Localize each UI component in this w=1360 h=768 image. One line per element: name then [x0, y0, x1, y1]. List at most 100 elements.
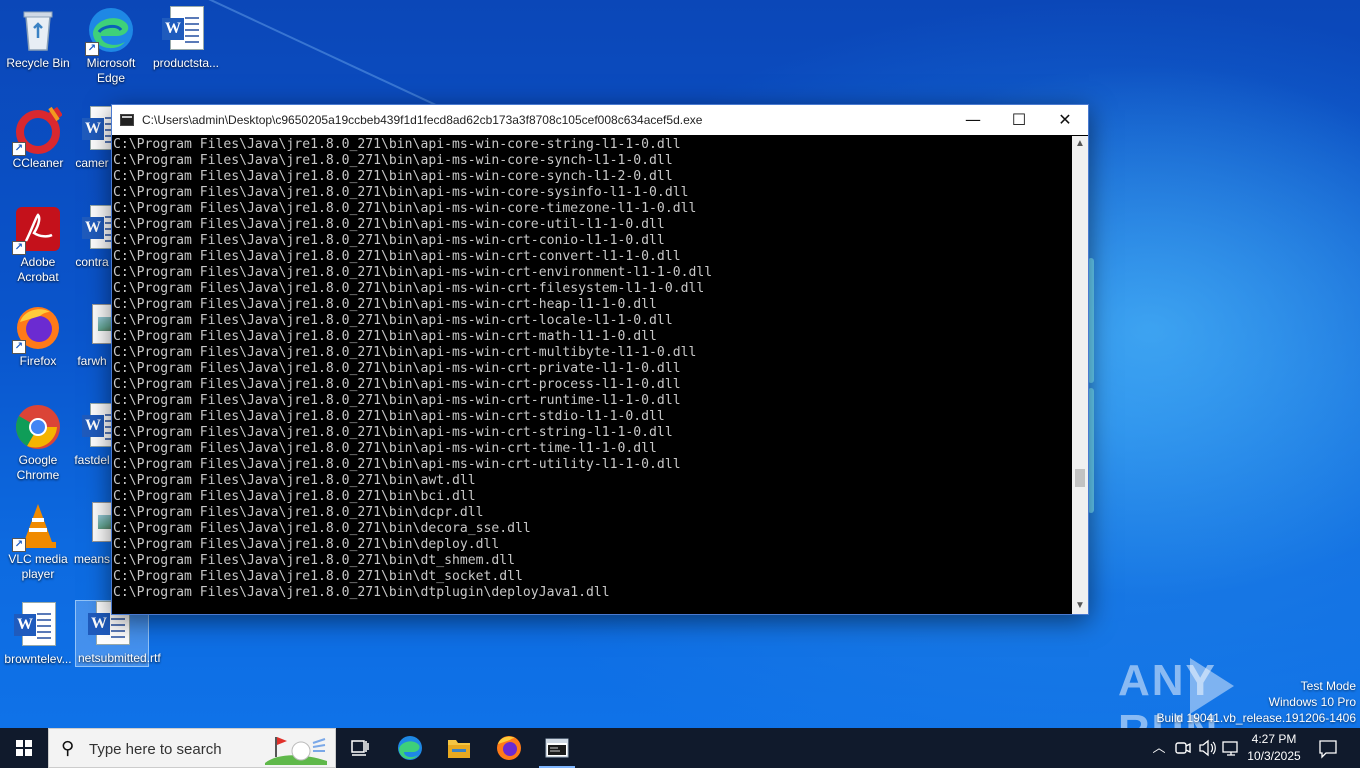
windows-logo-icon: [16, 740, 32, 756]
console-line: C:\Program Files\Java\jre1.8.0_271\bin\a…: [113, 473, 476, 488]
console-app-icon: [120, 114, 134, 126]
file-explorer-icon: [448, 740, 470, 758]
console-line: C:\Program Files\Java\jre1.8.0_271\bin\b…: [113, 489, 476, 504]
console-line: C:\Program Files\Java\jre1.8.0_271\bin\a…: [113, 137, 681, 152]
console-line: C:\Program Files\Java\jre1.8.0_271\bin\a…: [113, 409, 665, 424]
console-line: C:\Program Files\Java\jre1.8.0_271\bin\a…: [113, 457, 681, 472]
scroll-up-icon[interactable]: ▲: [1072, 136, 1088, 152]
scroll-down-icon[interactable]: ▼: [1072, 598, 1088, 614]
meet-now-icon: [1175, 742, 1191, 754]
image-file-icon: [82, 304, 112, 352]
console-line: C:\Program Files\Java\jre1.8.0_271\bin\a…: [113, 361, 681, 376]
volume-button[interactable]: [1196, 728, 1218, 768]
desktop: Recycle Bin ↗ CCleaner ↗ Adobe Acrobat ↗…: [0, 0, 1360, 728]
chevron-up-icon: ︿: [1152, 740, 1166, 755]
desktop-icon-productsta[interactable]: W productsta...: [148, 6, 224, 71]
clock-date: 10/3/2025: [1247, 749, 1301, 763]
console-line: C:\Program Files\Java\jre1.8.0_271\bin\a…: [113, 185, 689, 200]
word-document-icon: W: [82, 403, 112, 451]
vlc-cone-icon: ↗: [12, 502, 62, 552]
desktop-icon-firefox[interactable]: ↗ Firefox: [0, 304, 76, 369]
adobe-acrobat-icon: ↗: [12, 205, 62, 255]
console-line: C:\Program Files\Java\jre1.8.0_271\bin\a…: [113, 345, 697, 360]
system-info: Test Mode Windows 10 Pro Build 19041.vb_…: [1157, 678, 1357, 726]
minimize-button[interactable]: —: [950, 105, 996, 135]
scrollbar-thumb[interactable]: [1075, 469, 1085, 487]
console-window[interactable]: C:\Users\admin\Desktop\c9650205a19ccbeb4…: [111, 104, 1089, 615]
console-line: C:\Program Files\Java\jre1.8.0_271\bin\a…: [113, 425, 673, 440]
desktop-icon-label: contra: [75, 255, 109, 269]
vertical-scrollbar[interactable]: ▲ ▼: [1072, 136, 1088, 614]
desktop-icon-label: means: [74, 552, 111, 566]
desktop-icon-label: VLC media player: [8, 552, 68, 581]
console-line: C:\Program Files\Java\jre1.8.0_271\bin\a…: [113, 201, 697, 216]
desktop-icon-label: Microsoft Edge: [86, 56, 136, 85]
console-line: C:\Program Files\Java\jre1.8.0_271\bin\a…: [113, 169, 673, 184]
edge-icon: [398, 736, 422, 760]
taskbar-file-explorer-button[interactable]: [435, 728, 483, 768]
search-box[interactable]: ⚲ Type here to search: [48, 728, 336, 768]
console-line: C:\Program Files\Java\jre1.8.0_271\bin\d…: [113, 553, 516, 568]
start-button[interactable]: [0, 728, 48, 768]
desktop-icon-label: Recycle Bin: [6, 56, 70, 70]
task-view-button[interactable]: [336, 728, 384, 768]
taskbar-firefox-button[interactable]: [485, 728, 533, 768]
desktop-icon-label: browntelev...: [4, 652, 72, 666]
image-file-icon: [82, 502, 112, 550]
taskbar-edge-button[interactable]: [386, 728, 434, 768]
shortcut-arrow-icon: ↗: [12, 538, 26, 552]
desktop-icon-label: camer: [75, 156, 109, 170]
firefox-icon: ↗: [12, 304, 62, 354]
shortcut-arrow-icon: ↗: [12, 241, 26, 255]
desktop-icon-vlc[interactable]: ↗ VLC media player: [0, 502, 76, 582]
show-hidden-icons-button[interactable]: ︿: [1148, 728, 1170, 768]
desktop-icon-label: netsubmitted.rtf: [78, 651, 161, 665]
console-line: C:\Program Files\Java\jre1.8.0_271\bin\a…: [113, 281, 705, 296]
console-line: C:\Program Files\Java\jre1.8.0_271\bin\a…: [113, 297, 657, 312]
build-label: Build 19041.vb_release.191206-1406: [1156, 711, 1357, 725]
desktop-icon-label: CCleaner: [12, 156, 64, 170]
desktop-icon-google-chrome[interactable]: Google Chrome: [0, 403, 76, 483]
console-title-bar[interactable]: C:\Users\admin\Desktop\c9650205a19ccbeb4…: [112, 105, 1088, 135]
windows-edition-label: Windows 10 Pro: [1268, 695, 1356, 709]
desktop-icon-recycle-bin[interactable]: Recycle Bin: [0, 6, 76, 71]
taskbar-clock[interactable]: 4:27 PM 10/3/2025: [1238, 731, 1310, 765]
search-placeholder: Type here to search: [89, 741, 222, 758]
desktop-icon-label: Firefox: [19, 354, 57, 368]
console-line: C:\Program Files\Java\jre1.8.0_271\bin\a…: [113, 393, 681, 408]
maximize-button[interactable]: ☐: [996, 105, 1042, 135]
edge-icon: ↗: [85, 6, 135, 56]
console-line: C:\Program Files\Java\jre1.8.0_271\bin\a…: [113, 265, 713, 280]
console-line: C:\Program Files\Java\jre1.8.0_271\bin\d…: [113, 521, 531, 536]
console-output[interactable]: C:\Program Files\Java\jre1.8.0_271\bin\a…: [112, 136, 1072, 614]
desktop-icon-browntelev[interactable]: W browntelev...: [0, 602, 76, 667]
window-title: C:\Users\admin\Desktop\c9650205a19ccbeb4…: [142, 113, 703, 127]
desktop-icon-microsoft-edge[interactable]: ↗ Microsoft Edge: [73, 6, 149, 86]
console-app-icon: [545, 738, 569, 758]
desktop-icon-adobe-acrobat[interactable]: ↗ Adobe Acrobat: [0, 205, 76, 285]
desktop-icon-fastdel[interactable]: W fastdel: [72, 403, 112, 468]
search-highlight-golf-icon: [263, 733, 329, 765]
word-document-icon: W: [82, 205, 112, 253]
desktop-icon-means[interactable]: means: [72, 502, 112, 567]
firefox-icon: [497, 736, 521, 760]
desktop-icon-contra[interactable]: W contra: [72, 205, 112, 270]
desktop-icon-ccleaner[interactable]: ↗ CCleaner: [0, 106, 76, 171]
taskbar: ⚲ Type here to search ︿ 4:27 PM 10/3/202…: [0, 728, 1360, 768]
notification-icon: [1319, 740, 1337, 759]
close-button[interactable]: ✕: [1042, 105, 1088, 135]
task-view-icon: [351, 740, 369, 756]
console-line: C:\Program Files\Java\jre1.8.0_271\bin\a…: [113, 441, 657, 456]
ccleaner-icon: ↗: [12, 106, 63, 156]
taskbar-console-button[interactable]: [533, 728, 581, 768]
console-line: C:\Program Files\Java\jre1.8.0_271\bin\a…: [113, 313, 673, 328]
console-line: C:\Program Files\Java\jre1.8.0_271\bin\a…: [113, 249, 681, 264]
meet-now-button[interactable]: [1172, 728, 1194, 768]
desktop-icon-label: Adobe Acrobat: [17, 255, 59, 284]
console-line: C:\Program Files\Java\jre1.8.0_271\bin\a…: [113, 329, 657, 344]
desktop-icon-farwh[interactable]: farwh: [72, 304, 112, 369]
notifications-button[interactable]: [1314, 728, 1342, 768]
desktop-icon-camer[interactable]: W camer: [72, 106, 112, 171]
clock-time: 4:27 PM: [1251, 732, 1297, 746]
recycle-bin-icon: [14, 6, 62, 54]
